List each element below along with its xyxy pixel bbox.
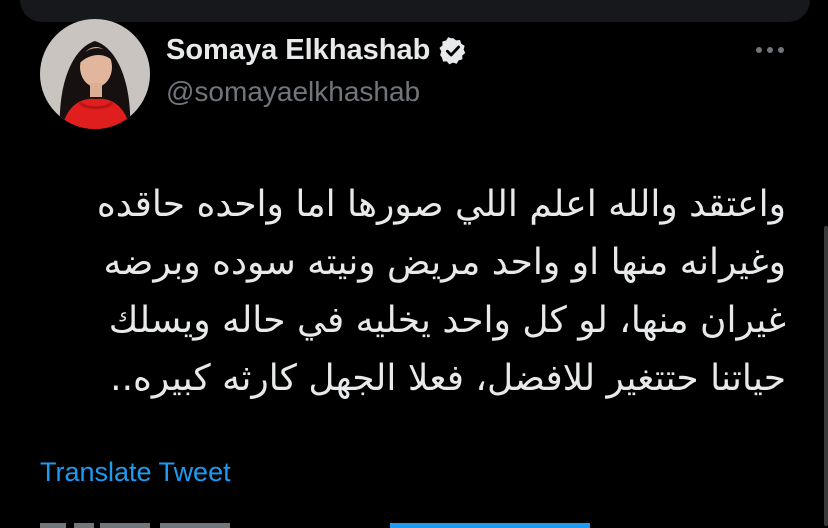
- profile-avatar[interactable]: [40, 19, 150, 129]
- timestamp-cropped: [40, 516, 240, 528]
- tweet-text-line: غيران منها، لو كل واحد يخليه في حاله ويس…: [108, 300, 786, 341]
- tweet-text: واعتقد والله اعلم اللي صورها اما واحده ح…: [26, 176, 786, 408]
- more-dot: [767, 47, 773, 53]
- more-dot: [778, 47, 784, 53]
- scrollbar[interactable]: [824, 226, 828, 526]
- tweet-text-line: حياتنا حتتغير للافضل، فعلا الجهل كارثه ك…: [110, 358, 786, 399]
- tweet-text-line: واعتقد والله اعلم اللي صورها اما واحده ح…: [96, 184, 786, 225]
- translate-tweet-link[interactable]: Translate Tweet: [40, 457, 231, 488]
- verified-badge-icon: [438, 36, 468, 66]
- tweet-text-line: وغيرانه منها او واحد مريض ونيته سوده وبر…: [103, 242, 787, 283]
- author-display-name[interactable]: Somaya Elkhashab: [166, 34, 430, 67]
- author-handle[interactable]: @somayaelkhashab: [166, 76, 420, 108]
- author-name-row[interactable]: Somaya Elkhashab: [166, 34, 468, 67]
- tweet-meta-row: [40, 512, 600, 528]
- previous-tweet-card: [20, 0, 810, 22]
- avatar-image: [40, 19, 150, 129]
- more-options-icon[interactable]: [752, 36, 788, 64]
- source-app-link-cropped[interactable]: [390, 516, 600, 528]
- more-dot: [756, 47, 762, 53]
